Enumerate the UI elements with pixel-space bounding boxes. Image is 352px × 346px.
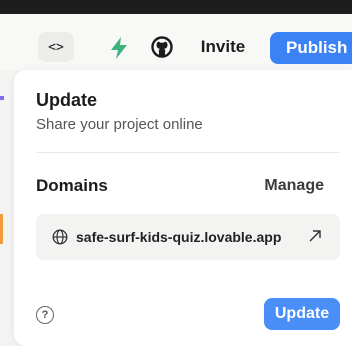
update-button[interactable]: Update: [264, 298, 340, 330]
bolt-icon[interactable]: [108, 36, 130, 60]
publish-panel: Update Share your project online Domains…: [14, 70, 352, 346]
external-link-icon[interactable]: [308, 229, 322, 243]
panel-title: Update: [36, 90, 98, 110]
sidebar-accent: [0, 214, 3, 244]
help-icon[interactable]: ?: [36, 306, 54, 324]
domain-row[interactable]: safe-surf-kids-quiz.lovable.app: [36, 214, 340, 260]
manage-domains-link[interactable]: Manage: [264, 177, 324, 195]
panel-subtitle: Share your project online: [36, 116, 203, 133]
code-view-button[interactable]: <>: [38, 32, 74, 62]
domains-heading: Domains: [36, 176, 108, 195]
domain-url: safe-surf-kids-quiz.lovable.app: [76, 229, 282, 245]
github-icon[interactable]: [150, 35, 174, 59]
toolbar: <> Invite Publish: [0, 14, 352, 70]
publish-button[interactable]: Publish: [270, 32, 352, 64]
top-strip: [0, 0, 352, 14]
divider: [36, 152, 340, 153]
sidebar-indicator: [0, 96, 4, 100]
globe-icon: [52, 229, 68, 245]
invite-button[interactable]: Invite: [188, 32, 258, 62]
code-icon: <>: [48, 39, 64, 55]
